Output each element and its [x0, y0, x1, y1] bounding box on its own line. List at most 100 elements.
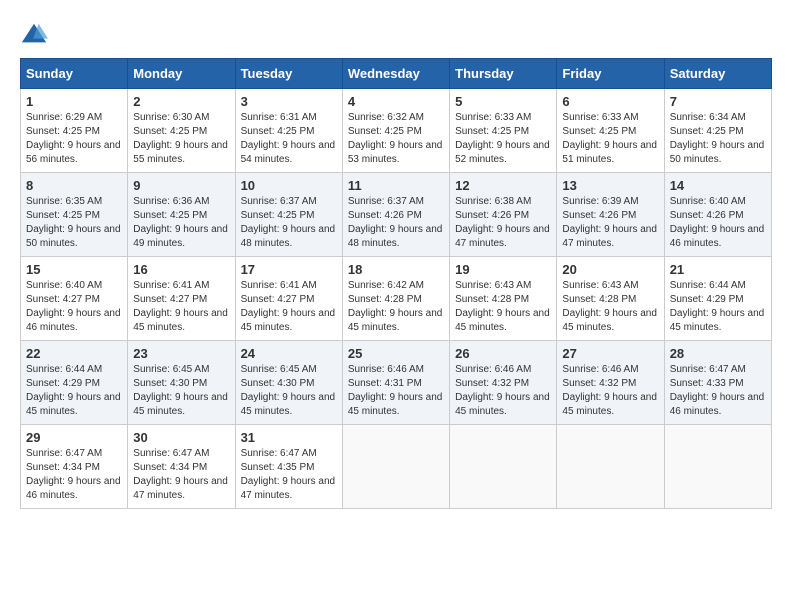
- day-info: Sunrise: 6:37 AMSunset: 4:25 PMDaylight:…: [241, 196, 336, 249]
- day-cell: 7 Sunrise: 6:34 AMSunset: 4:25 PMDayligh…: [664, 89, 771, 173]
- day-number: 17: [241, 262, 337, 277]
- day-info: Sunrise: 6:36 AMSunset: 4:25 PMDaylight:…: [133, 196, 228, 249]
- day-cell: 2 Sunrise: 6:30 AMSunset: 4:25 PMDayligh…: [128, 89, 235, 173]
- day-cell: [664, 425, 771, 509]
- logo-icon: [20, 20, 48, 48]
- day-cell: 6 Sunrise: 6:33 AMSunset: 4:25 PMDayligh…: [557, 89, 664, 173]
- day-info: Sunrise: 6:35 AMSunset: 4:25 PMDaylight:…: [26, 196, 121, 249]
- day-number: 1: [26, 94, 122, 109]
- header-wednesday: Wednesday: [342, 59, 449, 89]
- day-number: 11: [348, 178, 444, 193]
- day-cell: 21 Sunrise: 6:44 AMSunset: 4:29 PMDaylig…: [664, 257, 771, 341]
- header-monday: Monday: [128, 59, 235, 89]
- day-info: Sunrise: 6:46 AMSunset: 4:32 PMDaylight:…: [562, 364, 657, 417]
- header-tuesday: Tuesday: [235, 59, 342, 89]
- day-number: 16: [133, 262, 229, 277]
- day-info: Sunrise: 6:43 AMSunset: 4:28 PMDaylight:…: [455, 280, 550, 333]
- week-row-3: 15 Sunrise: 6:40 AMSunset: 4:27 PMDaylig…: [21, 257, 772, 341]
- day-cell: [342, 425, 449, 509]
- header-row: SundayMondayTuesdayWednesdayThursdayFrid…: [21, 59, 772, 89]
- day-number: 6: [562, 94, 658, 109]
- day-info: Sunrise: 6:45 AMSunset: 4:30 PMDaylight:…: [241, 364, 336, 417]
- day-number: 18: [348, 262, 444, 277]
- day-info: Sunrise: 6:47 AMSunset: 4:34 PMDaylight:…: [133, 448, 228, 501]
- day-cell: 23 Sunrise: 6:45 AMSunset: 4:30 PMDaylig…: [128, 341, 235, 425]
- day-info: Sunrise: 6:33 AMSunset: 4:25 PMDaylight:…: [455, 112, 550, 165]
- header-thursday: Thursday: [450, 59, 557, 89]
- day-number: 27: [562, 346, 658, 361]
- day-cell: 19 Sunrise: 6:43 AMSunset: 4:28 PMDaylig…: [450, 257, 557, 341]
- day-cell: 11 Sunrise: 6:37 AMSunset: 4:26 PMDaylig…: [342, 173, 449, 257]
- day-info: Sunrise: 6:41 AMSunset: 4:27 PMDaylight:…: [241, 280, 336, 333]
- day-number: 24: [241, 346, 337, 361]
- day-number: 5: [455, 94, 551, 109]
- day-cell: [557, 425, 664, 509]
- day-number: 2: [133, 94, 229, 109]
- day-cell: 20 Sunrise: 6:43 AMSunset: 4:28 PMDaylig…: [557, 257, 664, 341]
- week-row-4: 22 Sunrise: 6:44 AMSunset: 4:29 PMDaylig…: [21, 341, 772, 425]
- day-number: 8: [26, 178, 122, 193]
- day-number: 21: [670, 262, 766, 277]
- day-info: Sunrise: 6:39 AMSunset: 4:26 PMDaylight:…: [562, 196, 657, 249]
- day-cell: 29 Sunrise: 6:47 AMSunset: 4:34 PMDaylig…: [21, 425, 128, 509]
- day-info: Sunrise: 6:40 AMSunset: 4:27 PMDaylight:…: [26, 280, 121, 333]
- header-saturday: Saturday: [664, 59, 771, 89]
- day-info: Sunrise: 6:43 AMSunset: 4:28 PMDaylight:…: [562, 280, 657, 333]
- day-number: 28: [670, 346, 766, 361]
- day-cell: 26 Sunrise: 6:46 AMSunset: 4:32 PMDaylig…: [450, 341, 557, 425]
- day-cell: 9 Sunrise: 6:36 AMSunset: 4:25 PMDayligh…: [128, 173, 235, 257]
- header-friday: Friday: [557, 59, 664, 89]
- day-cell: [450, 425, 557, 509]
- day-info: Sunrise: 6:30 AMSunset: 4:25 PMDaylight:…: [133, 112, 228, 165]
- day-info: Sunrise: 6:40 AMSunset: 4:26 PMDaylight:…: [670, 196, 765, 249]
- day-number: 4: [348, 94, 444, 109]
- day-info: Sunrise: 6:44 AMSunset: 4:29 PMDaylight:…: [26, 364, 121, 417]
- day-number: 12: [455, 178, 551, 193]
- day-info: Sunrise: 6:47 AMSunset: 4:35 PMDaylight:…: [241, 448, 336, 501]
- day-info: Sunrise: 6:44 AMSunset: 4:29 PMDaylight:…: [670, 280, 765, 333]
- day-cell: 27 Sunrise: 6:46 AMSunset: 4:32 PMDaylig…: [557, 341, 664, 425]
- day-cell: 18 Sunrise: 6:42 AMSunset: 4:28 PMDaylig…: [342, 257, 449, 341]
- day-number: 26: [455, 346, 551, 361]
- day-number: 14: [670, 178, 766, 193]
- week-row-5: 29 Sunrise: 6:47 AMSunset: 4:34 PMDaylig…: [21, 425, 772, 509]
- day-cell: 8 Sunrise: 6:35 AMSunset: 4:25 PMDayligh…: [21, 173, 128, 257]
- day-info: Sunrise: 6:29 AMSunset: 4:25 PMDaylight:…: [26, 112, 121, 165]
- day-cell: 30 Sunrise: 6:47 AMSunset: 4:34 PMDaylig…: [128, 425, 235, 509]
- day-cell: 5 Sunrise: 6:33 AMSunset: 4:25 PMDayligh…: [450, 89, 557, 173]
- day-cell: 22 Sunrise: 6:44 AMSunset: 4:29 PMDaylig…: [21, 341, 128, 425]
- day-cell: 14 Sunrise: 6:40 AMSunset: 4:26 PMDaylig…: [664, 173, 771, 257]
- day-number: 30: [133, 430, 229, 445]
- day-number: 25: [348, 346, 444, 361]
- day-number: 23: [133, 346, 229, 361]
- day-cell: 13 Sunrise: 6:39 AMSunset: 4:26 PMDaylig…: [557, 173, 664, 257]
- day-info: Sunrise: 6:33 AMSunset: 4:25 PMDaylight:…: [562, 112, 657, 165]
- day-cell: 17 Sunrise: 6:41 AMSunset: 4:27 PMDaylig…: [235, 257, 342, 341]
- calendar-table: SundayMondayTuesdayWednesdayThursdayFrid…: [20, 58, 772, 509]
- day-number: 15: [26, 262, 122, 277]
- day-info: Sunrise: 6:45 AMSunset: 4:30 PMDaylight:…: [133, 364, 228, 417]
- day-info: Sunrise: 6:34 AMSunset: 4:25 PMDaylight:…: [670, 112, 765, 165]
- day-cell: 1 Sunrise: 6:29 AMSunset: 4:25 PMDayligh…: [21, 89, 128, 173]
- day-cell: 16 Sunrise: 6:41 AMSunset: 4:27 PMDaylig…: [128, 257, 235, 341]
- day-info: Sunrise: 6:46 AMSunset: 4:31 PMDaylight:…: [348, 364, 443, 417]
- logo: [20, 20, 52, 48]
- day-cell: 10 Sunrise: 6:37 AMSunset: 4:25 PMDaylig…: [235, 173, 342, 257]
- day-info: Sunrise: 6:42 AMSunset: 4:28 PMDaylight:…: [348, 280, 443, 333]
- day-cell: 3 Sunrise: 6:31 AMSunset: 4:25 PMDayligh…: [235, 89, 342, 173]
- day-number: 31: [241, 430, 337, 445]
- day-info: Sunrise: 6:37 AMSunset: 4:26 PMDaylight:…: [348, 196, 443, 249]
- day-info: Sunrise: 6:46 AMSunset: 4:32 PMDaylight:…: [455, 364, 550, 417]
- day-info: Sunrise: 6:47 AMSunset: 4:34 PMDaylight:…: [26, 448, 121, 501]
- header-sunday: Sunday: [21, 59, 128, 89]
- week-row-2: 8 Sunrise: 6:35 AMSunset: 4:25 PMDayligh…: [21, 173, 772, 257]
- day-number: 10: [241, 178, 337, 193]
- page-header: [20, 20, 772, 48]
- day-info: Sunrise: 6:32 AMSunset: 4:25 PMDaylight:…: [348, 112, 443, 165]
- day-number: 3: [241, 94, 337, 109]
- day-cell: 28 Sunrise: 6:47 AMSunset: 4:33 PMDaylig…: [664, 341, 771, 425]
- week-row-1: 1 Sunrise: 6:29 AMSunset: 4:25 PMDayligh…: [21, 89, 772, 173]
- day-info: Sunrise: 6:41 AMSunset: 4:27 PMDaylight:…: [133, 280, 228, 333]
- day-info: Sunrise: 6:38 AMSunset: 4:26 PMDaylight:…: [455, 196, 550, 249]
- day-cell: 15 Sunrise: 6:40 AMSunset: 4:27 PMDaylig…: [21, 257, 128, 341]
